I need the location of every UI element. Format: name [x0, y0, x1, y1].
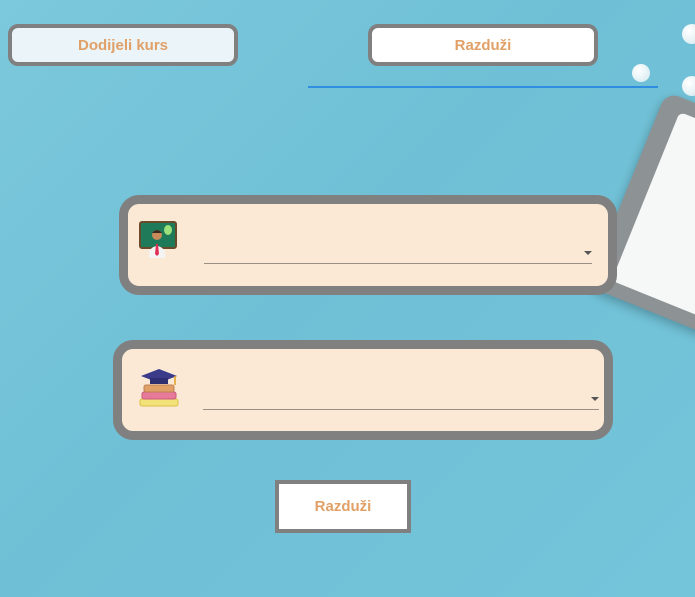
- return-course-button-label: Razduži: [314, 498, 372, 515]
- tab-assign-course[interactable]: Dodijeli kurs: [8, 24, 238, 66]
- teacher-select-card: [119, 195, 617, 295]
- background-decoration-ball: [682, 24, 695, 44]
- tab-assign-course-label: Dodijeli kurs: [77, 36, 169, 54]
- teacher-dropdown[interactable]: [204, 240, 592, 264]
- active-tab-underline: [308, 86, 658, 88]
- background-decoration-ball: [632, 64, 650, 82]
- background-notebook-page: [611, 111, 695, 322]
- course-dropdown[interactable]: [203, 386, 599, 410]
- tab-return[interactable]: Razduži: [368, 24, 598, 66]
- graduation-cap-books-icon: [138, 367, 179, 407]
- course-select-card: [113, 340, 613, 440]
- chevron-down-icon[interactable]: [591, 397, 599, 401]
- tab-return-label: Razduži: [454, 36, 512, 54]
- background-decoration-ball: [682, 76, 695, 96]
- teacher-at-blackboard-icon: [139, 220, 179, 260]
- return-course-button[interactable]: Razduži: [275, 480, 411, 533]
- chevron-down-icon[interactable]: [584, 251, 592, 255]
